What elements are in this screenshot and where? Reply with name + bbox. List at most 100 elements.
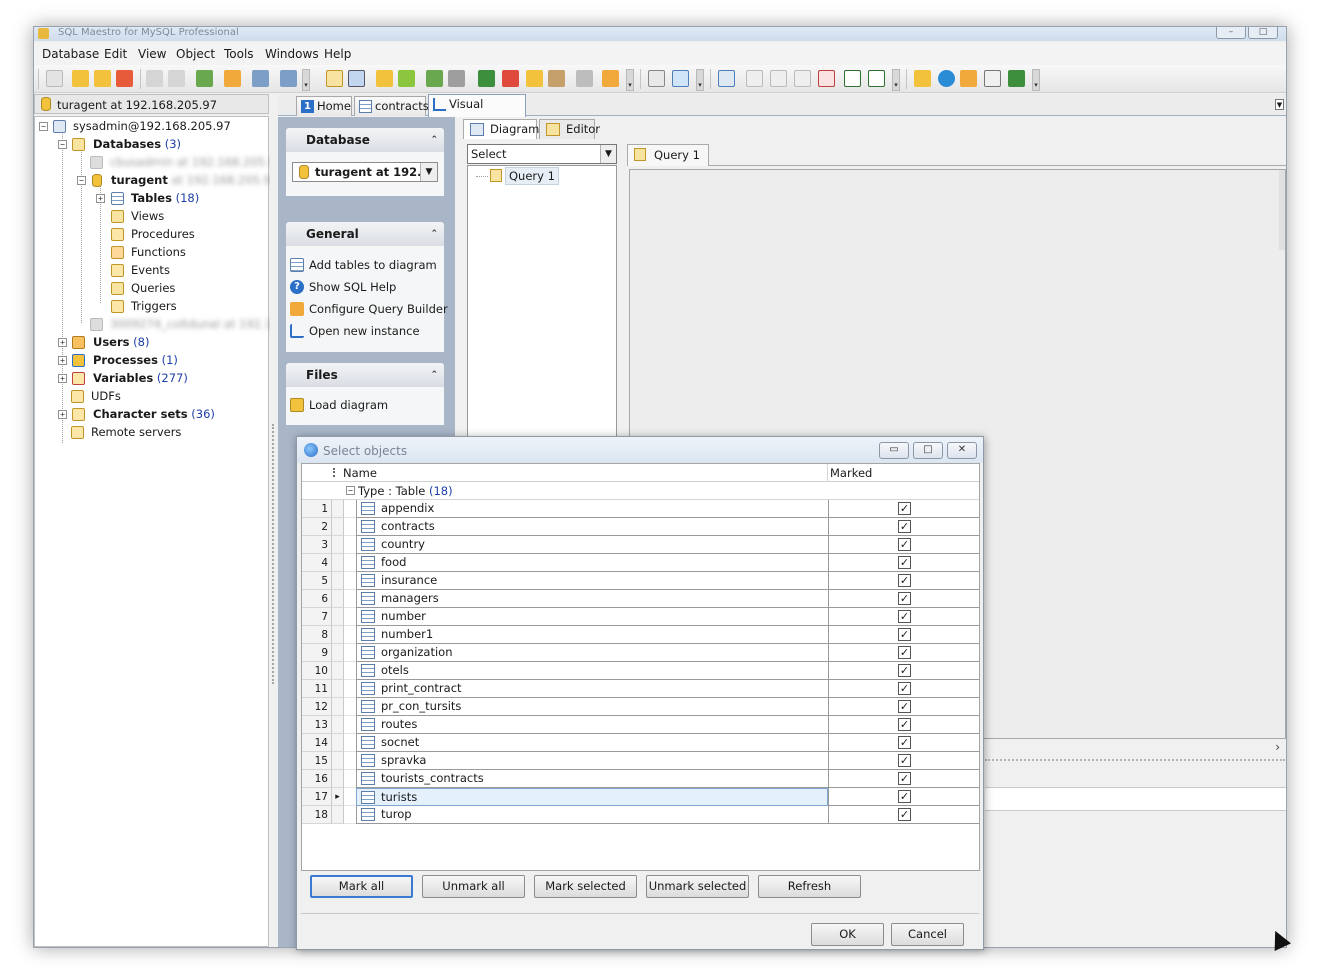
- minimize-button[interactable]: ▭: [879, 442, 909, 459]
- table-row[interactable]: 9 organization ✓: [302, 644, 979, 662]
- expand-icon[interactable]: +: [58, 338, 67, 347]
- object-name-cell[interactable]: socnet: [356, 734, 828, 752]
- tab-editor[interactable]: Editor: [539, 119, 600, 139]
- marked-checkbox[interactable]: ✓: [898, 556, 911, 569]
- mail-icon[interactable]: [984, 70, 1001, 87]
- monitor-icon[interactable]: [1008, 70, 1025, 87]
- object-explorer-tree[interactable]: − sysadmin@192.168.205.97 − Databases (3…: [34, 116, 287, 947]
- table-menu-icon[interactable]: [280, 70, 297, 87]
- expand-icon[interactable]: +: [58, 356, 67, 365]
- expand-icon[interactable]: +: [96, 194, 105, 203]
- tree-database-turagent[interactable]: turagent at 192.168.205.97: [111, 172, 278, 189]
- tab-diagram[interactable]: Diagram: [463, 119, 539, 139]
- menu-edit[interactable]: Edit: [104, 47, 127, 61]
- collapse-icon[interactable]: −: [58, 140, 67, 149]
- tree-tables[interactable]: Tables (18): [131, 190, 199, 207]
- table-row[interactable]: 6 managers ✓: [302, 590, 979, 608]
- maximize-button[interactable]: □: [913, 442, 943, 459]
- table-row[interactable]: 18 turop ✓: [302, 806, 979, 824]
- mark-all-button[interactable]: Mark all: [310, 875, 413, 898]
- drop-database-icon[interactable]: [116, 70, 133, 87]
- scroll-right-icon[interactable]: ›: [1275, 740, 1280, 754]
- query-tree[interactable]: Query 1: [467, 165, 617, 465]
- tree-server[interactable]: sysadmin@192.168.205.97: [73, 118, 231, 135]
- filter-icon[interactable]: [648, 70, 665, 87]
- tree-databases[interactable]: Databases (3): [93, 136, 181, 153]
- marked-checkbox[interactable]: ✓: [898, 646, 911, 659]
- query-type-select[interactable]: Select ▼: [467, 144, 617, 164]
- script-icon[interactable]: [376, 70, 393, 87]
- files-group-header[interactable]: Files ⌃: [286, 363, 444, 387]
- tab-list-dropdown[interactable]: ▼: [1275, 99, 1284, 110]
- chevron-down-icon[interactable]: ▼: [600, 145, 616, 163]
- connect-icon[interactable]: [146, 70, 163, 87]
- table-row[interactable]: 4 food ✓: [302, 554, 979, 572]
- package-icon[interactable]: [526, 70, 543, 87]
- table-row[interactable]: 1 appendix ✓: [302, 500, 979, 518]
- marked-checkbox[interactable]: ✓: [898, 628, 911, 641]
- menu-tools[interactable]: Tools: [224, 47, 254, 61]
- marked-checkbox[interactable]: ✓: [898, 574, 911, 587]
- object-name-cell[interactable]: country: [356, 536, 828, 554]
- table-row[interactable]: 10 otels ✓: [302, 662, 979, 680]
- mark-selected-button[interactable]: Mark selected: [534, 875, 637, 898]
- tree-views[interactable]: Views: [131, 208, 164, 225]
- tree-database-hidden-2[interactable]: 3009274_coltdunal at 192.168: [110, 316, 287, 333]
- tree-variables[interactable]: Variables (277): [93, 370, 188, 387]
- close-all-icon[interactable]: [818, 70, 835, 87]
- database-group-header[interactable]: Database ⌃: [286, 128, 444, 152]
- object-name-cell[interactable]: turop: [356, 806, 828, 824]
- tree-remote-servers[interactable]: Remote servers: [91, 424, 181, 441]
- home-icon[interactable]: [914, 70, 931, 87]
- marked-checkbox[interactable]: ✓: [898, 664, 911, 677]
- object-name-cell[interactable]: organization: [356, 644, 828, 662]
- view-dropdown[interactable]: ▾: [696, 69, 704, 91]
- expand-icon[interactable]: +: [58, 410, 67, 419]
- tree-view-icon[interactable]: [672, 70, 689, 87]
- expand-icon[interactable]: +: [58, 374, 67, 383]
- properties-icon[interactable]: [224, 70, 241, 87]
- table-row[interactable]: 3 country ✓: [302, 536, 979, 554]
- table-row[interactable]: 2 contracts ✓: [302, 518, 979, 536]
- tree-triggers[interactable]: Triggers: [131, 298, 177, 315]
- menu-windows[interactable]: Windows: [265, 47, 319, 61]
- tile-vertical-icon[interactable]: [794, 70, 811, 87]
- nav-dropdown[interactable]: ▾: [892, 69, 900, 91]
- table-row[interactable]: 17 ▸ turists ✓: [302, 788, 979, 806]
- disconnect-icon[interactable]: [168, 70, 185, 87]
- table-row[interactable]: 14 socnet ✓: [302, 734, 979, 752]
- edit-database-icon[interactable]: [94, 70, 111, 87]
- export-icon[interactable]: [426, 70, 443, 87]
- object-name-cell[interactable]: number1: [356, 626, 828, 644]
- new-database-icon[interactable]: [72, 70, 89, 87]
- table-row[interactable]: 8 number1 ✓: [302, 626, 979, 644]
- object-name-cell[interactable]: appendix: [356, 500, 828, 518]
- tree-character-sets[interactable]: Character sets (36): [93, 406, 215, 423]
- refresh-icon[interactable]: [46, 70, 63, 87]
- object-name-cell[interactable]: contracts: [356, 518, 828, 536]
- tree-users[interactable]: Users (8): [93, 334, 149, 351]
- tree-processes[interactable]: Processes (1): [93, 352, 178, 369]
- collapse-chevron-icon[interactable]: ⌃: [430, 222, 438, 246]
- table-dropdown[interactable]: ▾: [302, 69, 310, 91]
- marked-checkbox[interactable]: ✓: [898, 790, 911, 803]
- table-row[interactable]: 12 pr_con_tursits ✓: [302, 698, 979, 716]
- tab-visual-query[interactable]: Visual Query...: [428, 94, 526, 129]
- object-name-cell[interactable]: routes: [356, 716, 828, 734]
- ok-button[interactable]: OK: [811, 923, 884, 946]
- tools-dropdown[interactable]: ▾: [626, 69, 634, 91]
- globe-icon[interactable]: [938, 70, 955, 87]
- chart-icon[interactable]: [502, 70, 519, 87]
- picture-icon[interactable]: [478, 70, 495, 87]
- help-dropdown[interactable]: ▾: [1032, 69, 1040, 91]
- collapse-icon[interactable]: −: [346, 486, 355, 495]
- menu-help[interactable]: Help: [324, 47, 351, 61]
- marked-checkbox[interactable]: ✓: [898, 808, 911, 821]
- object-name-cell[interactable]: turists: [356, 788, 828, 806]
- query-tree-item[interactable]: Query 1: [505, 167, 559, 185]
- tile-horizontal-icon[interactable]: [770, 70, 787, 87]
- horizontal-scroll-grip[interactable]: [985, 759, 1285, 765]
- database-select[interactable]: turagent at 192.168.205.97 ▼: [292, 162, 438, 182]
- table-row[interactable]: 16 tourists_contracts ✓: [302, 770, 979, 788]
- execute-icon[interactable]: [398, 70, 415, 87]
